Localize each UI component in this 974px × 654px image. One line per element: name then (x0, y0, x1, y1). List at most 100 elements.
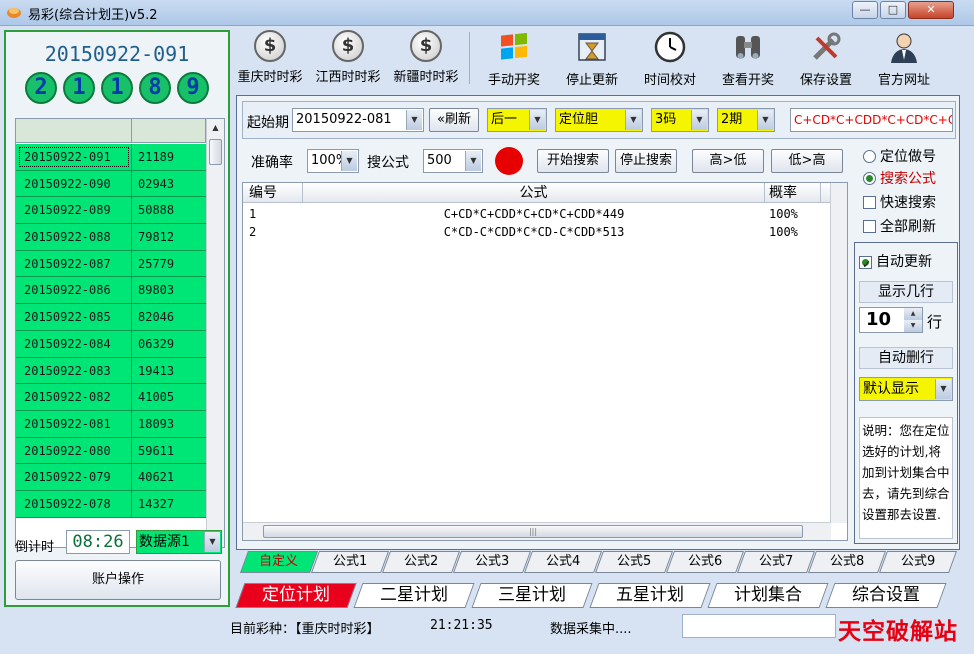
toolbar-save-settings-button[interactable]: 保存设置 (794, 30, 858, 88)
data-source-select[interactable]: 数据源1 ▼ (136, 530, 222, 554)
chevron-down-icon[interactable]: ▼ (757, 110, 773, 130)
history-row[interactable]: 20150922-091 21189 (16, 144, 206, 171)
main-tab-4[interactable]: 计划集合 (707, 583, 829, 608)
formula-tab-3[interactable]: 公式3 (452, 551, 532, 573)
chevron-down-icon[interactable]: ▼ (204, 532, 220, 552)
history-issue: 20150922-089 (16, 197, 132, 224)
history-row[interactable]: 20150922-089 50888 (16, 197, 206, 225)
history-number: 25779 (138, 256, 175, 271)
history-list[interactable]: 20150922-091 21189 20150922-090 02943 201509… (15, 118, 225, 548)
formula-table[interactable]: 编号 公式 概率 1 C+CD*C+CDD*C+CD*C+CDD*449 100% 2… (242, 182, 848, 541)
main-tab-0[interactable]: 定位计划 (235, 583, 357, 608)
history-row[interactable]: 20150922-090 02943 (16, 170, 206, 198)
start-period-select[interactable]: 20150922-081 ▼ (292, 108, 424, 132)
formula-tab-8[interactable]: 公式8 (807, 551, 887, 573)
accuracy-select[interactable]: 100% ▼ (307, 149, 359, 173)
formula-input[interactable]: C+CD*C+CDD*C+CD*C+CDD*449 (790, 108, 953, 132)
col-id[interactable]: 编号 (243, 183, 303, 203)
formula-tab-7[interactable]: 公式7 (736, 551, 816, 573)
main-tab-5[interactable]: 综合设置 (825, 583, 947, 608)
col-formula[interactable]: 公式 (303, 183, 765, 203)
draw-ball: 1 (101, 72, 133, 104)
chevron-down-icon[interactable]: ▼ (529, 110, 545, 130)
col-rate[interactable]: 概率 (765, 183, 821, 203)
check-auto-update[interactable]: 自动更新 (859, 251, 932, 271)
table-row[interactable]: 1 C+CD*C+CDD*C+CD*C+CDD*449 100% (243, 205, 831, 223)
sort-low-high-button[interactable]: 低>高 (771, 149, 843, 173)
history-row[interactable]: 20150922-088 79812 (16, 224, 206, 251)
toolbar-time-check-button[interactable]: 时间校对 (638, 30, 702, 88)
history-row[interactable]: 20150922-080 59611 (16, 437, 206, 465)
chevron-down-icon[interactable]: ▼ (406, 110, 422, 130)
history-number: 89803 (138, 283, 175, 298)
history-scrollbar[interactable]: ▲ ▼ (206, 119, 224, 547)
formula-tab-1[interactable]: 公式1 (310, 551, 390, 573)
account-button[interactable]: 账户操作 (15, 560, 221, 600)
position-select[interactable]: 后一 ▼ (487, 108, 547, 132)
scroll-up-icon[interactable]: ▲ (207, 119, 224, 136)
check-fast-search[interactable]: 快速搜索 (863, 192, 936, 212)
formula-tab-9[interactable]: 公式9 (878, 551, 958, 573)
stop-search-button[interactable]: 停止搜索 (615, 149, 677, 173)
formula-tab-5[interactable]: 公式5 (594, 551, 674, 573)
type-select[interactable]: 定位胆 ▼ (555, 108, 643, 132)
maximize-button[interactable]: □ (880, 1, 906, 19)
scroll-thumb[interactable] (209, 139, 222, 165)
formula-tab-2[interactable]: 公式2 (381, 551, 461, 573)
chevron-down-icon[interactable]: ▼ (341, 151, 357, 171)
main-tab-label: 综合设置 (852, 585, 920, 605)
chevron-down-icon[interactable]: ▼ (691, 110, 707, 130)
show-rows-label: 显示几行 (859, 281, 953, 303)
toolbar-xinjiang-button[interactable]: $ 新疆时时彩 (390, 30, 462, 88)
chevron-down-icon[interactable]: ▼ (935, 379, 951, 399)
refresh-button[interactable]: «刷新 (429, 108, 479, 132)
history-row[interactable]: 20150922-081 18093 (16, 410, 206, 438)
history-row[interactable]: 20150922-079 40621 (16, 464, 206, 491)
minimize-button[interactable]: — (852, 1, 878, 19)
main-tab-3[interactable]: 五星计划 (589, 583, 711, 608)
spin-up-icon[interactable]: ▲ (904, 308, 922, 320)
default-display-select[interactable]: 默认显示 ▼ (859, 377, 953, 401)
history-row[interactable]: 20150922-083 19413 (16, 357, 206, 385)
formula-tab-4[interactable]: 公式4 (523, 551, 603, 573)
toolbar-website-button[interactable]: 官方网址 (872, 30, 936, 88)
history-row[interactable]: 20150922-078 14327 (16, 490, 206, 518)
history-row[interactable]: 20150922-082 41005 (16, 384, 206, 411)
history-number: 21189 (138, 150, 175, 164)
periods-select[interactable]: 2期 ▼ (717, 108, 775, 132)
search-formula-label: 搜公式 (367, 155, 409, 171)
spin-down-icon[interactable]: ▼ (904, 320, 922, 332)
formula-tab-0[interactable]: 自定义 (239, 551, 319, 573)
history-row[interactable]: 20150922-087 25779 (16, 250, 206, 278)
toolbar-stop-update-button[interactable]: 停止更新 (560, 30, 624, 88)
formula-tab-label: 公式9 (900, 554, 936, 569)
sort-high-low-button[interactable]: 高>低 (692, 149, 764, 173)
toolbar-jiangxi-button[interactable]: $ 江西时时彩 (312, 30, 384, 88)
table-row[interactable]: 2 C*CD-C*CDD*C*CD-C*CDD*513 100% (243, 223, 831, 241)
row-rate: 100% (769, 225, 798, 239)
show-rows-spinner[interactable]: 10 ▲ ▼ (859, 307, 923, 333)
check-refresh-all[interactable]: 全部刷新 (863, 216, 936, 236)
windows-logo-icon (501, 32, 527, 60)
start-search-button[interactable]: 开始搜索 (537, 149, 609, 173)
current-draw-id: 20150922-091 (44, 42, 190, 66)
codes-select[interactable]: 3码 ▼ (651, 108, 709, 132)
toolbar-chongqing-button[interactable]: $ 重庆时时彩 (234, 30, 306, 88)
radio-position[interactable]: 定位做号 (863, 146, 936, 166)
history-row[interactable]: 20150922-085 82046 (16, 304, 206, 331)
table-vscroll[interactable] (830, 183, 847, 523)
toolbar-view-draw-button[interactable]: 查看开奖 (716, 30, 780, 88)
close-button[interactable]: ✕ (908, 1, 954, 19)
history-row[interactable]: 20150922-084 06329 (16, 330, 206, 358)
main-tab-1[interactable]: 二星计划 (353, 583, 475, 608)
radio-search-formula[interactable]: 搜索公式 (863, 168, 936, 188)
chevron-down-icon[interactable]: ▼ (465, 151, 481, 171)
hscroll-thumb[interactable]: ||| (263, 525, 803, 538)
history-row[interactable]: 20150922-086 89803 (16, 277, 206, 305)
toolbar-manual-draw-button[interactable]: 手动开奖 (482, 30, 546, 88)
formula-tab-6[interactable]: 公式6 (665, 551, 745, 573)
search-count-select[interactable]: 500 ▼ (423, 149, 483, 173)
table-hscroll[interactable]: ||| (243, 522, 831, 540)
chevron-down-icon[interactable]: ▼ (625, 110, 641, 130)
main-tab-2[interactable]: 三星计划 (471, 583, 593, 608)
